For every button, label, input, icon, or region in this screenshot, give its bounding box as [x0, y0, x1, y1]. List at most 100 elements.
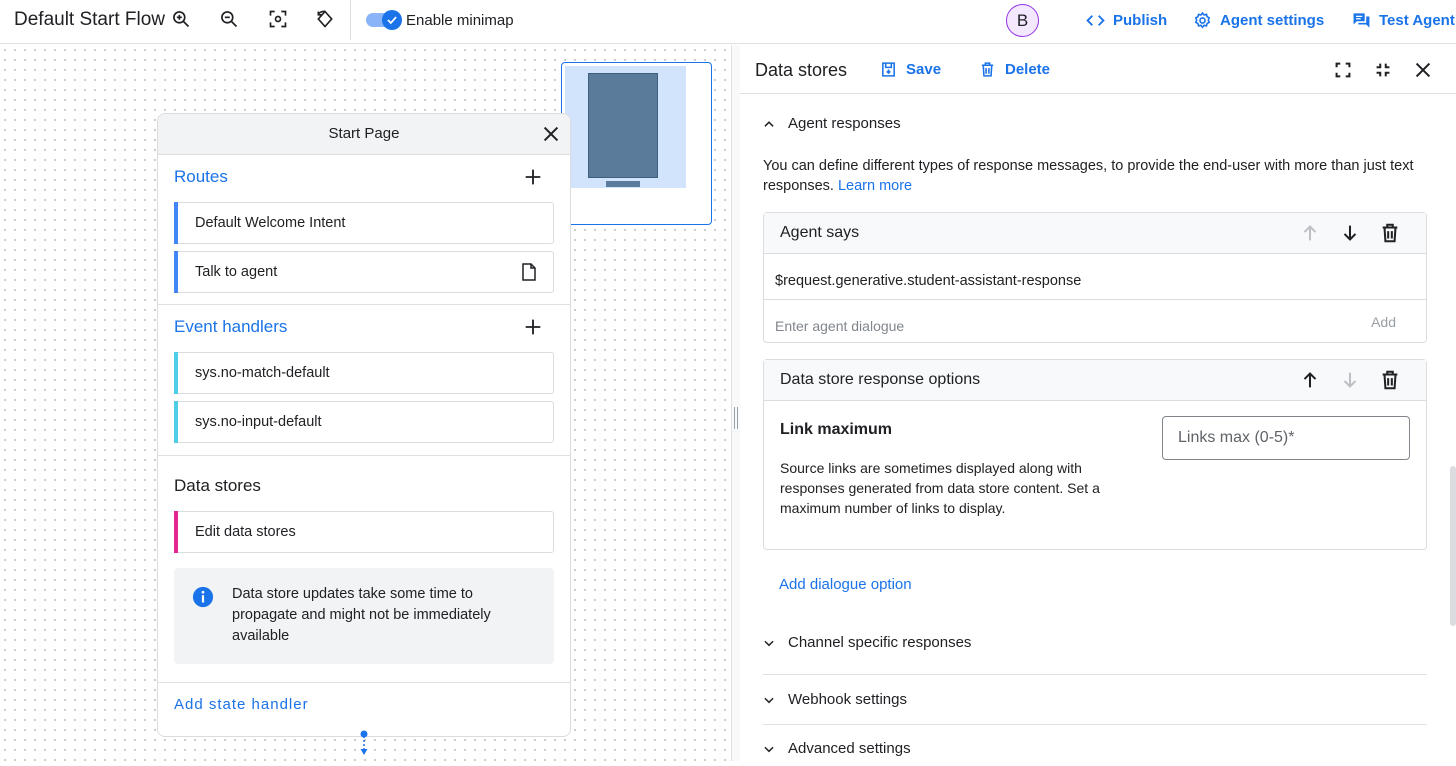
add-dialogue-option-link[interactable]: Add dialogue option — [779, 576, 912, 593]
chevron-down-icon — [764, 697, 774, 703]
arrow-up-icon[interactable] — [1299, 369, 1321, 391]
agent-dialogue-input[interactable]: Enter agent dialogue — [775, 318, 904, 334]
event-handler-label: sys.no-input-default — [195, 414, 322, 430]
section-label: Webhook settings — [788, 691, 907, 708]
agent-says-title: Agent says — [780, 224, 860, 241]
info-icon — [192, 586, 214, 608]
agent-settings-label: Agent settings — [1220, 12, 1325, 29]
save-icon — [882, 62, 895, 77]
delete-button[interactable]: Delete — [979, 61, 1050, 78]
panel-header: Data stores Save Delete — [740, 45, 1456, 94]
arrow-up-icon — [1299, 222, 1321, 244]
top-bar: Default Start Flow Enable minimap B Publ… — [0, 0, 1456, 44]
route-color-bar — [174, 202, 178, 244]
agent-says-header: Agent says — [764, 213, 1426, 254]
data-store-response-options-card: Data store response options Link maximum… — [763, 359, 1427, 550]
save-label: Save — [906, 61, 942, 78]
trash-icon[interactable] — [1379, 369, 1401, 391]
add-route-icon[interactable] — [522, 166, 544, 188]
document-icon — [521, 263, 537, 281]
zoom-in-icon[interactable] — [170, 8, 192, 30]
agent-says-card: Agent says $request.generative.student-a… — [763, 212, 1427, 343]
toolbar-divider — [350, 0, 351, 40]
zoom-out-icon[interactable] — [218, 8, 240, 30]
data-store-color-bar — [174, 511, 178, 553]
agent-responses-header[interactable]: Agent responses — [762, 115, 901, 132]
event-color-bar — [174, 401, 178, 443]
page-card-header: Start Page — [158, 114, 570, 155]
minimap-toggle[interactable] — [366, 10, 402, 30]
data-store-label: Edit data stores — [195, 524, 296, 540]
event-handlers-title[interactable]: Event handlers — [174, 317, 287, 337]
agent-responses-title: Agent responses — [788, 115, 901, 132]
page-card-title: Start Page — [328, 125, 400, 142]
close-panel-icon[interactable] — [1412, 59, 1434, 81]
publish-button[interactable]: Publish — [1086, 11, 1167, 30]
data-store-item[interactable]: Edit data stores — [174, 511, 554, 553]
test-agent-button[interactable]: Test Agent — [1352, 11, 1455, 30]
data-store-options-title: Data store response options — [780, 371, 981, 388]
minimap-toggle-label: Enable minimap — [406, 12, 514, 29]
flow-title: Default Start Flow — [14, 9, 165, 30]
panel-scrollbar[interactable] — [1450, 466, 1456, 626]
route-item[interactable]: Default Welcome Intent — [174, 202, 554, 244]
data-stores-title: Data stores — [174, 476, 261, 495]
minimap[interactable] — [561, 62, 712, 225]
minimap-node — [606, 181, 640, 187]
channel-specific-responses-header[interactable]: Channel specific responses — [762, 634, 971, 651]
flow-connector — [360, 730, 368, 761]
panel-title: Data stores — [755, 60, 848, 80]
publish-label: Publish — [1113, 12, 1168, 29]
learn-more-link[interactable]: Learn more — [838, 178, 912, 194]
test-agent-label: Test Agent — [1379, 12, 1455, 29]
minimap-node — [588, 73, 658, 178]
chevron-up-icon — [764, 120, 774, 127]
delete-label: Delete — [1005, 61, 1051, 78]
agent-responses-description: You can define different types of respon… — [763, 156, 1428, 196]
info-text: Data store updates take some time to pro… — [232, 586, 491, 644]
arrow-down-icon[interactable] — [1339, 222, 1361, 244]
event-color-bar — [174, 352, 178, 394]
event-handler-label: sys.no-match-default — [195, 365, 330, 381]
divider — [764, 299, 1426, 300]
event-handler-item[interactable]: sys.no-input-default — [174, 401, 554, 443]
agent-says-value[interactable]: $request.generative.student-assistant-re… — [775, 273, 1081, 289]
reset-layout-icon[interactable] — [314, 8, 336, 30]
start-page-card: Start Page Routes Default Welcome Intent… — [157, 113, 571, 737]
add-dialogue-button[interactable]: Add — [1371, 314, 1396, 330]
add-event-handler-icon[interactable] — [522, 316, 544, 338]
divider — [763, 724, 1427, 725]
routes-title[interactable]: Routes — [174, 167, 228, 187]
check-icon — [382, 10, 402, 30]
link-maximum-title: Link maximum — [780, 421, 893, 438]
links-max-input[interactable] — [1163, 417, 1409, 459]
drag-handle-icon[interactable] — [734, 407, 738, 429]
close-icon[interactable] — [540, 123, 562, 145]
chat-icon — [1353, 13, 1370, 28]
route-item[interactable]: Talk to agent — [174, 251, 554, 293]
chevron-down-icon — [764, 640, 774, 646]
agent-settings-button[interactable]: Agent settings — [1193, 11, 1324, 30]
panel-splitter[interactable] — [731, 45, 740, 761]
fit-to-screen-icon[interactable] — [267, 8, 289, 30]
avatar[interactable]: B — [1006, 4, 1039, 37]
save-button[interactable]: Save — [880, 61, 941, 78]
divider — [158, 682, 570, 683]
gear-icon — [1194, 11, 1211, 29]
divider — [763, 674, 1427, 675]
trash-icon[interactable] — [1379, 222, 1401, 244]
code-icon — [1086, 15, 1105, 26]
advanced-settings-header[interactable]: Advanced settings — [762, 740, 911, 757]
add-state-handler-link[interactable]: Add state handler — [174, 696, 309, 713]
webhook-settings-header[interactable]: Webhook settings — [762, 691, 907, 708]
data-store-options-header: Data store response options — [764, 360, 1426, 401]
event-handler-item[interactable]: sys.no-match-default — [174, 352, 554, 394]
section-label: Channel specific responses — [788, 634, 972, 651]
link-maximum-description: Source links are sometimes displayed alo… — [780, 460, 1100, 516]
links-max-field[interactable] — [1162, 416, 1410, 460]
data-stores-panel: Data stores Save Delete Agent responses … — [740, 45, 1456, 761]
chevron-down-icon — [764, 746, 774, 752]
section-label: Advanced settings — [788, 740, 911, 757]
collapse-icon[interactable] — [1372, 59, 1394, 81]
fullscreen-icon[interactable] — [1332, 59, 1354, 81]
